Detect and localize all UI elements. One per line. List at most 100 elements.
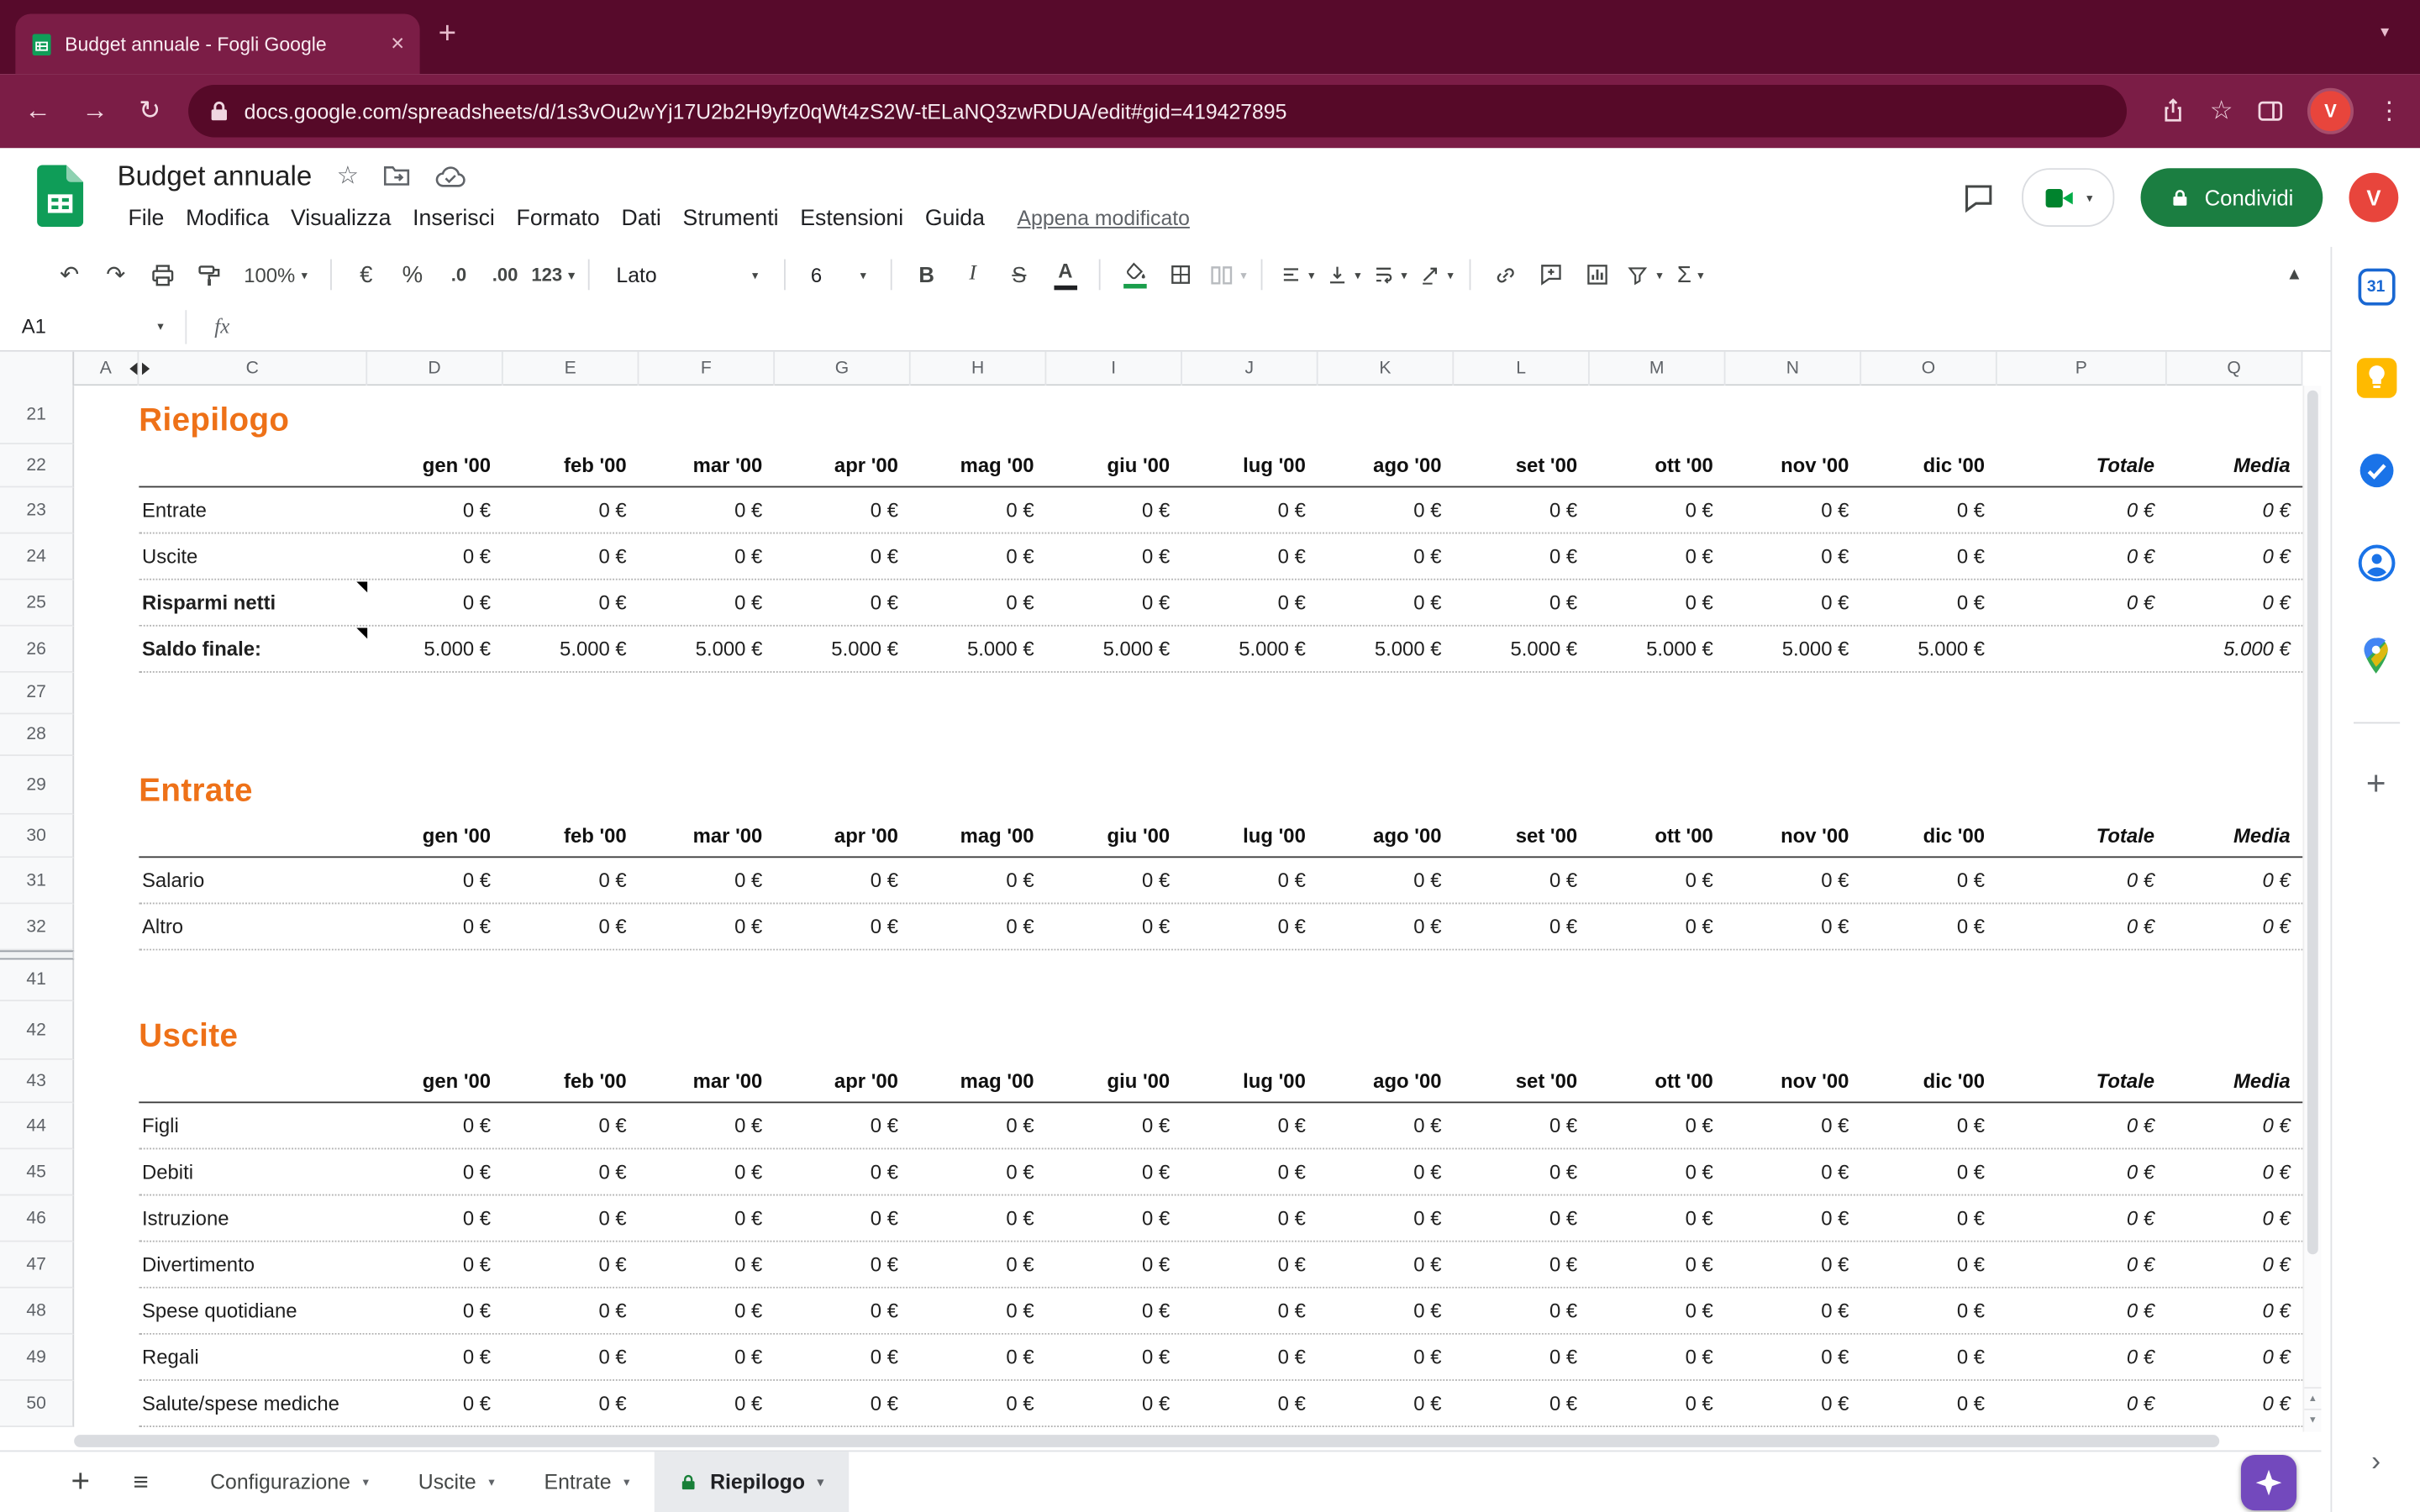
cell[interactable]: 0 €	[367, 1289, 503, 1333]
strikethrough-button[interactable]: S	[999, 253, 1039, 296]
cell[interactable]: 0 €	[1725, 1149, 1861, 1194]
cell[interactable]: 0 €	[1318, 534, 1455, 579]
cell[interactable]: dic '00	[1861, 444, 1997, 486]
cell[interactable]: Totale	[1997, 1060, 2167, 1102]
cell[interactable]	[74, 386, 139, 444]
cell[interactable]: Media	[2167, 815, 2303, 857]
decrease-decimal-button[interactable]: .0	[439, 253, 479, 296]
cell[interactable]: 0 €	[503, 1242, 639, 1287]
cell[interactable]: 0 €	[367, 1242, 503, 1287]
cell[interactable]: 5.000 €	[503, 627, 639, 671]
cell[interactable]: 0 €	[503, 1195, 639, 1240]
cell[interactable]: 0 €	[1454, 1195, 1590, 1240]
cell[interactable]: 0 €	[1182, 1195, 1318, 1240]
column-header-C[interactable]: C	[139, 352, 367, 386]
cell[interactable]: 0 €	[1861, 1195, 1997, 1240]
cell[interactable]: 5.000 €	[1182, 627, 1318, 671]
bookmark-star-icon[interactable]: ☆	[2210, 96, 2233, 127]
cell[interactable]: 0 €	[1725, 1242, 1861, 1287]
cell[interactable]: 0 €	[1182, 1335, 1318, 1379]
cell[interactable]: 0 €	[1725, 1103, 1861, 1147]
cell[interactable]: 0 €	[1861, 1242, 1997, 1287]
cell[interactable]: 0 €	[775, 1103, 911, 1147]
name-box[interactable]: A1 ▾	[0, 315, 179, 339]
cell[interactable]: 0 €	[1454, 1149, 1590, 1194]
cell[interactable]: 0 €	[639, 1381, 775, 1425]
menu-modifica[interactable]: Modifica	[175, 202, 280, 235]
text-wrap-button[interactable]: ▾	[1370, 253, 1410, 296]
row-header-43[interactable]: 43	[0, 1060, 74, 1103]
cell[interactable]: 0 €	[911, 904, 1047, 948]
cell[interactable]: 0 €	[503, 580, 639, 625]
cell[interactable]: 0 €	[1590, 1289, 1726, 1333]
cell[interactable]: 0 €	[1590, 1381, 1726, 1425]
cell[interactable]: 0 €	[639, 1103, 775, 1147]
cloud-saved-icon[interactable]	[436, 165, 467, 188]
cell[interactable]: 0 €	[2167, 904, 2303, 948]
cell[interactable]: 0 €	[911, 1195, 1047, 1240]
cell[interactable]: 0 €	[1046, 858, 1182, 902]
cell[interactable]: 5.000 €	[1454, 627, 1590, 671]
cell[interactable]: 0 €	[1861, 904, 1997, 948]
cell[interactable]: 0 €	[1590, 1195, 1726, 1240]
column-header-G[interactable]: G	[775, 352, 911, 386]
merge-cells-button[interactable]: ▾	[1207, 253, 1248, 296]
keep-icon[interactable]	[2356, 358, 2396, 398]
get-addons-icon[interactable]: +	[2366, 767, 2386, 801]
cell[interactable]: 0 €	[2167, 1103, 2303, 1147]
cell[interactable]: 0 €	[1997, 580, 2167, 625]
cell[interactable]: 0 €	[1182, 580, 1318, 625]
cell[interactable]: 0 €	[1590, 487, 1726, 532]
cell[interactable]: 0 €	[1046, 1242, 1182, 1287]
sheets-logo[interactable]	[37, 165, 83, 227]
column-header-J[interactable]: J	[1182, 352, 1318, 386]
cell[interactable]: ott '00	[1590, 1060, 1726, 1102]
row-header-29[interactable]: 29	[0, 756, 74, 815]
cell[interactable]: feb '00	[503, 1060, 639, 1102]
row-header-50[interactable]: 50	[0, 1381, 74, 1427]
horizontal-scrollbar-thumb[interactable]	[74, 1435, 2219, 1447]
cell[interactable]: 0 €	[1997, 534, 2167, 579]
row-header-31[interactable]: 31	[0, 858, 74, 904]
row-header-46[interactable]: 46	[0, 1195, 74, 1242]
cell[interactable]: 0 €	[911, 580, 1047, 625]
cell[interactable]	[74, 756, 139, 815]
cell[interactable]: 0 €	[367, 904, 503, 948]
row-header-27[interactable]: 27	[0, 673, 74, 715]
cell[interactable]: 0 €	[1861, 1381, 1997, 1425]
cell[interactable]	[74, 1381, 139, 1427]
back-icon[interactable]: ←	[24, 96, 50, 127]
cell[interactable]: 0 €	[2167, 580, 2303, 625]
row-header-26[interactable]: 26	[0, 627, 74, 673]
cell[interactable]: giu '00	[1046, 444, 1182, 486]
cell[interactable]: 0 €	[1046, 1335, 1182, 1379]
cell[interactable]	[74, 487, 139, 533]
cell[interactable]: 0 €	[503, 858, 639, 902]
row-label-cell[interactable]: Spese quotidiane	[139, 1289, 367, 1333]
text-rotation-button[interactable]: ▾	[1416, 253, 1456, 296]
cell[interactable]: Totale	[1997, 815, 2167, 857]
cell[interactable]: 0 €	[367, 534, 503, 579]
cell[interactable]: 0 €	[1861, 1103, 1997, 1147]
forward-icon[interactable]: →	[82, 96, 108, 127]
cell[interactable]: nov '00	[1725, 444, 1861, 486]
row-label-cell[interactable]: Saldo finale:	[139, 627, 367, 671]
cell[interactable]: 0 €	[1861, 1335, 1997, 1379]
cell[interactable]: 0 €	[1046, 1195, 1182, 1240]
cell[interactable]	[74, 580, 139, 627]
cell[interactable]: 0 €	[1318, 1242, 1455, 1287]
cell[interactable]	[74, 673, 139, 715]
cell[interactable]	[74, 1060, 139, 1103]
cell[interactable]: Media	[2167, 444, 2303, 486]
row-label-cell[interactable]	[139, 444, 367, 486]
cell[interactable]: 0 €	[1318, 1289, 1455, 1333]
cell[interactable]: 0 €	[639, 904, 775, 948]
url-field[interactable]: docs.google.com/spreadsheets/d/1s3vOu2wY…	[189, 85, 2128, 137]
cell[interactable]: 0 €	[1046, 1149, 1182, 1194]
cell[interactable]: 0 €	[1997, 1195, 2167, 1240]
cell[interactable]: 0 €	[1318, 1381, 1455, 1425]
cell[interactable]: 0 €	[503, 487, 639, 532]
cell[interactable]: 0 €	[1046, 904, 1182, 948]
row-label-cell[interactable]: Altro	[139, 904, 367, 948]
cell[interactable]: Media	[2167, 1060, 2303, 1102]
